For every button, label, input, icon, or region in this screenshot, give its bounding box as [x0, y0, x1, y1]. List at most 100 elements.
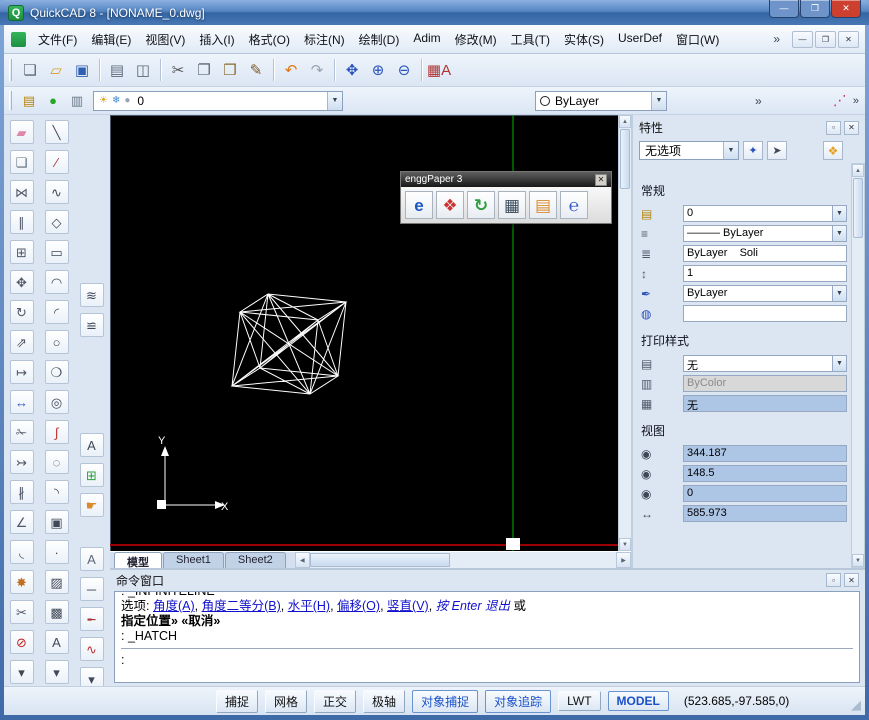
linetype-scale-row[interactable]: ↕ 1: [639, 264, 847, 283]
property-dropdown-arrow[interactable]: ▼: [833, 355, 847, 372]
scroll-right-button[interactable]: ▶: [616, 552, 631, 568]
menu-userdef[interactable]: UserDef: [611, 27, 669, 52]
snap-toggle[interactable]: 捕捉: [216, 690, 258, 713]
erase-tool[interactable]: ▰: [10, 120, 34, 144]
resize-grip-icon[interactable]: ◢: [851, 697, 861, 713]
multiline-tool[interactable]: ≋: [80, 283, 104, 307]
document-icon[interactable]: [11, 32, 26, 47]
close-button[interactable]: ✕: [831, 0, 861, 18]
draworder-icon[interactable]: ⋰: [833, 92, 847, 109]
toolbar-grip[interactable]: [9, 91, 12, 110]
menu-overflow-button[interactable]: »: [763, 32, 790, 46]
toolbar-grip[interactable]: [9, 59, 12, 81]
hyperlink-row[interactable]: ◍: [639, 304, 847, 323]
copy-tool[interactable]: ❏: [10, 150, 34, 174]
spline-tool[interactable]: ∫: [45, 420, 69, 444]
model-toggle[interactable]: MODEL: [608, 691, 669, 711]
text-style-manager-button[interactable]: ▦A: [426, 57, 452, 83]
property-value[interactable]: ByColor: [683, 375, 847, 392]
property-value[interactable]: [683, 305, 847, 322]
selection-filter-combo[interactable]: 无选项 ▼: [639, 141, 739, 160]
wireframe-box[interactable]: [232, 294, 346, 394]
horizontal-scroll-thumb[interactable]: [310, 553, 450, 567]
open-button[interactable]: ▱: [43, 57, 69, 83]
maximize-button[interactable]: ❐: [800, 0, 830, 18]
menu-view[interactable]: 视图(V): [138, 27, 192, 52]
menu-file[interactable]: 文件(F): [31, 27, 84, 52]
property-value[interactable]: ByLayer: [683, 285, 833, 302]
ellipse-tool[interactable]: ◌: [45, 450, 69, 474]
polar-toggle[interactable]: 极轴: [363, 690, 405, 713]
canvas-vertical-scrollbar[interactable]: ▲ ▼: [618, 115, 631, 551]
plot-style-table-row[interactable]: ▥ ByColor: [639, 374, 847, 393]
rotate-tool[interactable]: ↻: [10, 300, 34, 324]
property-dropdown-arrow[interactable]: ▼: [833, 205, 847, 222]
ellipse-arc-tool[interactable]: ◝: [45, 480, 69, 504]
linetype-dot-tool[interactable]: ╾: [80, 607, 104, 631]
vertical-scroll-thumb[interactable]: [620, 129, 630, 189]
pickadd-toggle-button[interactable]: ❖: [823, 141, 843, 160]
more-misc-tools[interactable]: ▾: [80, 667, 104, 688]
canvas-horizontal-scrollbar[interactable]: ◀ ▶: [295, 552, 631, 568]
properties-close-button[interactable]: ✕: [844, 121, 859, 135]
new-button[interactable]: ❏: [17, 57, 43, 83]
property-dropdown-arrow[interactable]: ▼: [833, 225, 847, 242]
property-value[interactable]: 无: [683, 395, 847, 412]
doc-restore-button[interactable]: ❐: [815, 31, 836, 48]
menu-annotate[interactable]: 标注(N): [297, 27, 352, 52]
option-vertical[interactable]: 竖直(V): [387, 599, 429, 613]
lineweight-row[interactable]: ≣ ByLayer Soli: [639, 244, 847, 263]
trim-tool[interactable]: ✁: [10, 420, 34, 444]
engg-note-button[interactable]: ℮: [560, 191, 588, 219]
stretch-tool[interactable]: ↦: [10, 360, 34, 384]
fillet-tool[interactable]: ◟: [10, 540, 34, 564]
property-dropdown-arrow[interactable]: ▼: [833, 285, 847, 302]
undo-button[interactable]: ↶: [278, 57, 304, 83]
engg-refresh-button[interactable]: ↻: [467, 191, 495, 219]
properties-scrollbar[interactable]: ▲ ▼: [851, 163, 865, 568]
doc-minimize-button[interactable]: —: [792, 31, 813, 48]
option-bisect[interactable]: 角度二等分(B): [202, 599, 281, 613]
command-close-button[interactable]: ✕: [844, 573, 859, 587]
lwt-toggle[interactable]: LWT: [558, 691, 600, 711]
command-history[interactable]: : _INFINITELINE 选项: 角度(A), 角度二等分(B), 水平(…: [114, 591, 860, 683]
tab-sheet2[interactable]: Sheet2: [225, 552, 286, 568]
property-value[interactable]: 0: [683, 205, 833, 222]
match-properties-button[interactable]: ✎: [243, 57, 269, 83]
text-style-tool[interactable]: A: [80, 433, 104, 457]
menu-edit[interactable]: 编辑(E): [84, 27, 138, 52]
cut-button[interactable]: ✂: [165, 57, 191, 83]
text-tool[interactable]: A: [45, 630, 69, 654]
mirror-tool[interactable]: ⋈: [10, 180, 34, 204]
set-layer-color-button[interactable]: ●: [41, 90, 65, 112]
engg-grid-button[interactable]: ▦: [498, 191, 526, 219]
property-value[interactable]: 344.187: [683, 445, 847, 462]
menu-window[interactable]: 窗口(W): [669, 27, 726, 52]
tab-model[interactable]: 模型: [114, 552, 162, 568]
pan-button[interactable]: ✥: [339, 57, 365, 83]
ortho-toggle[interactable]: 正交: [314, 690, 356, 713]
layer-combo[interactable]: ☀❄● 0 ▼: [93, 91, 343, 111]
pan-hand-tool[interactable]: ☛: [80, 493, 104, 517]
plot-style-row[interactable]: ▤ 无 ▼: [639, 354, 847, 373]
layer-states-button[interactable]: ▥: [65, 90, 89, 112]
engg-folder-button[interactable]: ▤: [529, 191, 557, 219]
option-offset[interactable]: 偏移(O): [337, 599, 380, 613]
tab-sheet1[interactable]: Sheet1: [163, 552, 224, 568]
property-value[interactable]: 1: [683, 265, 847, 282]
chamfer-tool[interactable]: ∠: [10, 510, 34, 534]
scroll-down-button[interactable]: ▼: [852, 554, 864, 567]
menu-insert[interactable]: 插入(I): [192, 27, 241, 52]
scroll-left-button[interactable]: ◀: [295, 552, 310, 568]
donut-tool[interactable]: ◎: [45, 390, 69, 414]
option-horizontal[interactable]: 水平(H): [288, 599, 330, 613]
quick-select-button[interactable]: ✦: [743, 141, 763, 160]
property-value[interactable]: 585.973: [683, 505, 847, 522]
property-value[interactable]: 0: [683, 485, 847, 502]
menu-tools[interactable]: 工具(T): [504, 27, 557, 52]
sketch-tool[interactable]: ∿: [80, 637, 104, 661]
layer-combo-arrow[interactable]: ▼: [327, 92, 342, 110]
linetype-row[interactable]: ≡ ——— ByLayer ▼: [639, 224, 847, 243]
otrack-toggle[interactable]: 对象追踪: [485, 690, 551, 713]
save-button[interactable]: ▣: [69, 57, 95, 83]
